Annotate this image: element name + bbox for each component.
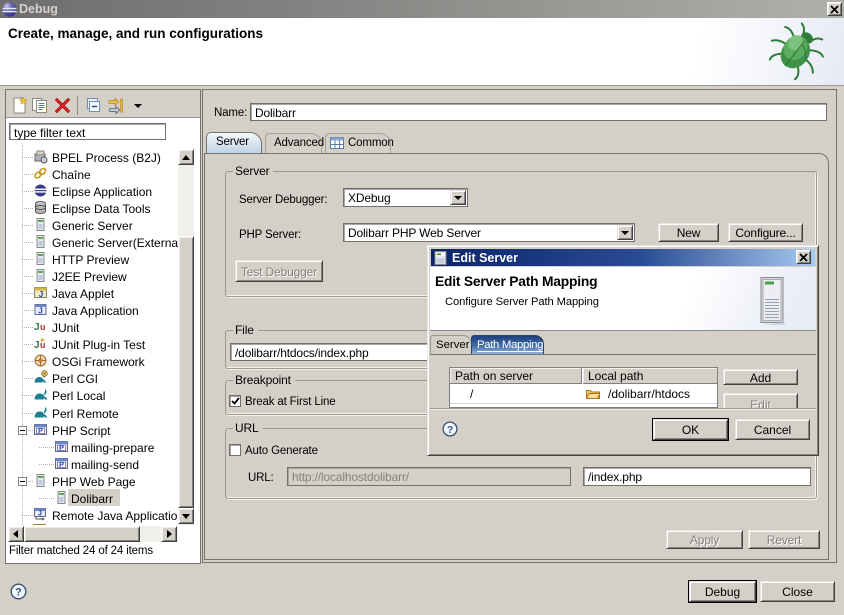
svg-text:?: ? (15, 587, 22, 599)
svg-text:P: P (38, 426, 43, 435)
svg-text:P: P (59, 443, 64, 452)
svg-text:?: ? (447, 425, 453, 436)
svg-text:u: u (40, 322, 46, 332)
svg-text:J: J (39, 290, 43, 299)
svg-text:u: u (40, 340, 46, 350)
svg-text:J: J (38, 307, 42, 316)
svg-text:J: J (34, 322, 40, 333)
svg-text:J: J (38, 511, 42, 518)
svg-text:P: P (59, 460, 64, 469)
svg-text:J: J (34, 340, 40, 351)
